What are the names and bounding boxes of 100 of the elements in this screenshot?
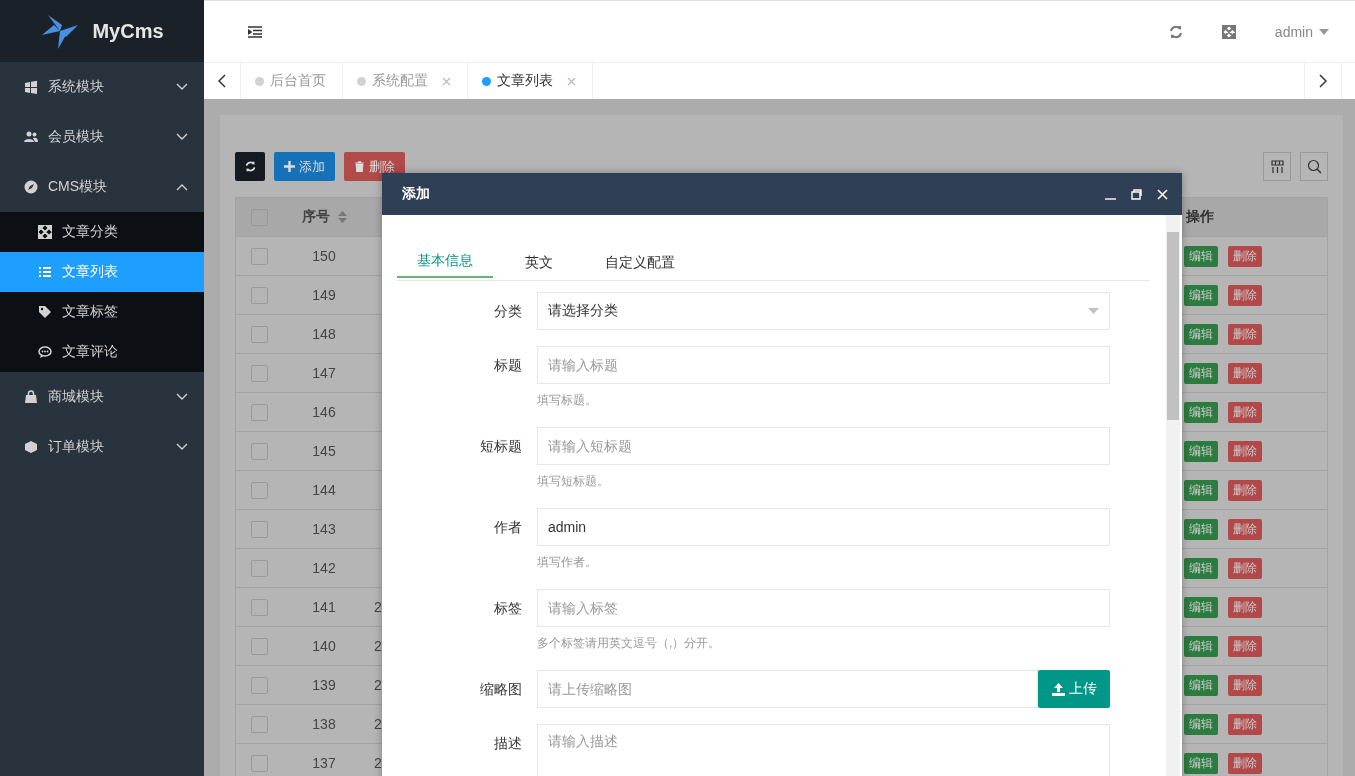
delete-button[interactable]: 删除 bbox=[1228, 245, 1262, 267]
sort-icon[interactable] bbox=[337, 211, 347, 223]
field-label: 缩略图 bbox=[479, 680, 523, 699]
add-button[interactable]: 添加 bbox=[274, 152, 335, 181]
row-checkbox[interactable] bbox=[251, 403, 268, 421]
row-checkbox[interactable] bbox=[251, 442, 268, 460]
edit-button[interactable]: 编辑 bbox=[1184, 596, 1218, 618]
row-checkbox[interactable] bbox=[251, 715, 268, 733]
sidebar-menu-item[interactable]: CMS模块 bbox=[0, 162, 204, 212]
delete-button[interactable]: 删除 bbox=[1228, 635, 1262, 657]
table-cell-text: 146 bbox=[311, 404, 337, 420]
row-checkbox[interactable] bbox=[251, 598, 268, 616]
delete-button[interactable]: 删除 bbox=[1228, 362, 1262, 384]
edit-button[interactable]: 编辑 bbox=[1184, 713, 1218, 735]
edit-button[interactable]: 编辑 bbox=[1184, 245, 1218, 267]
delete-button[interactable]: 删除 bbox=[1228, 596, 1262, 618]
search-button[interactable] bbox=[1300, 152, 1328, 181]
delete-button[interactable]: 删除 bbox=[1228, 713, 1262, 735]
chevron-icon bbox=[176, 83, 188, 91]
maximize-icon[interactable] bbox=[1131, 188, 1142, 200]
row-checkbox[interactable] bbox=[251, 676, 268, 694]
delete-button[interactable]: 删除 bbox=[1228, 284, 1262, 306]
table-cell-text: 142 bbox=[311, 560, 337, 576]
sidebar-menu-item[interactable]: 订单模块 bbox=[0, 422, 204, 472]
upload-button[interactable]: 上传 bbox=[1038, 670, 1110, 708]
row-checkbox[interactable] bbox=[251, 481, 268, 499]
field-label: 标题 bbox=[493, 356, 523, 375]
field-hint: 多个标签请用英文逗号（,）分开。 bbox=[537, 635, 722, 652]
delete-button[interactable]: 删除 bbox=[1228, 518, 1262, 540]
columns-button[interactable] bbox=[1263, 152, 1291, 181]
table-cell-text: 143 bbox=[311, 521, 337, 537]
chevron-left-icon bbox=[218, 74, 226, 88]
field-label: 作者 bbox=[493, 518, 523, 537]
row-checkbox[interactable] bbox=[251, 286, 268, 304]
status-dot bbox=[255, 76, 264, 86]
status-dot bbox=[482, 76, 491, 86]
field-hint: 填写短标题。 bbox=[537, 473, 610, 490]
delete-button[interactable]: 删除 bbox=[1228, 752, 1262, 774]
trash-icon bbox=[354, 161, 365, 172]
category-select[interactable]: 请选择分类 bbox=[537, 292, 1110, 330]
delete-button[interactable]: 删除 bbox=[1228, 401, 1262, 423]
edit-button[interactable]: 编辑 bbox=[1184, 557, 1218, 579]
edit-button[interactable]: 编辑 bbox=[1184, 362, 1218, 384]
form-tab[interactable]: 英文 bbox=[505, 245, 573, 280]
table-cell: 2 bbox=[374, 638, 382, 654]
edit-button[interactable]: 编辑 bbox=[1184, 440, 1218, 462]
table-cell: 2 bbox=[374, 599, 382, 615]
refresh-button[interactable] bbox=[235, 152, 265, 181]
field-label: 描述 bbox=[493, 734, 523, 753]
refresh-icon[interactable] bbox=[1168, 24, 1183, 39]
chevron-icon bbox=[176, 443, 188, 451]
chevron-right-icon bbox=[1319, 74, 1327, 88]
edit-button[interactable]: 编辑 bbox=[1184, 479, 1218, 501]
sidebar-menu-item[interactable]: 会员模块 bbox=[0, 112, 204, 162]
sidebar-menu-item[interactable]: 商城模块 bbox=[0, 372, 204, 422]
delete-button[interactable]: 删除 bbox=[1228, 440, 1262, 462]
input-field[interactable]: 请输入短标题 bbox=[537, 427, 1110, 465]
input-field[interactable]: 请上传缩略图 bbox=[537, 670, 1038, 708]
row-checkbox[interactable] bbox=[251, 520, 268, 538]
edit-button[interactable]: 编辑 bbox=[1184, 635, 1218, 657]
row-checkbox[interactable] bbox=[251, 559, 268, 577]
table-cell: 2 bbox=[374, 755, 382, 771]
row-checkbox[interactable] bbox=[251, 364, 268, 382]
delete-button[interactable]: 删除 bbox=[1228, 323, 1262, 345]
columns-icon bbox=[1269, 159, 1285, 174]
sidebar-submenu-item[interactable]: 文章分类 bbox=[0, 212, 204, 252]
edit-button[interactable]: 编辑 bbox=[1184, 674, 1218, 696]
table-cell: 2 bbox=[374, 716, 382, 732]
delete-button[interactable]: 删除 bbox=[1228, 557, 1262, 579]
edit-button[interactable]: 编辑 bbox=[1184, 518, 1218, 540]
sidebar-submenu-item[interactable]: 文章评论 bbox=[0, 332, 204, 372]
scrollbar-thumb[interactable] bbox=[1167, 232, 1179, 420]
edit-button[interactable]: 编辑 bbox=[1184, 284, 1218, 306]
field-hint: 填写标题。 bbox=[537, 392, 598, 409]
form-tab[interactable]: 基本信息 bbox=[397, 245, 493, 278]
sidebar-menu-item[interactable]: 系统模块 bbox=[0, 62, 204, 112]
chevron-icon bbox=[176, 183, 188, 191]
sidebar-submenu-item[interactable]: 文章列表 bbox=[0, 252, 204, 292]
column-header: 操作 bbox=[1185, 208, 1215, 226]
edit-button[interactable]: 编辑 bbox=[1184, 752, 1218, 774]
table-cell-text: 140 bbox=[311, 638, 337, 654]
input-field[interactable]: 请输入标签 bbox=[537, 589, 1110, 627]
row-checkbox[interactable] bbox=[251, 637, 268, 655]
user-menu[interactable]: admin bbox=[1274, 23, 1329, 40]
table-cell-text: 141 bbox=[311, 599, 337, 615]
table-cell-text: 137 bbox=[311, 755, 337, 771]
row-checkbox[interactable] bbox=[251, 754, 268, 772]
delete-button[interactable]: 删除 bbox=[1228, 674, 1262, 696]
form-tab[interactable]: 自定义配置 bbox=[585, 245, 695, 280]
sidebar-submenu-item[interactable]: 文章标签 bbox=[0, 292, 204, 332]
text-area[interactable]: 请输入描述 bbox=[537, 724, 1110, 776]
field-hint: 填写作者。 bbox=[537, 554, 598, 571]
delete-button[interactable]: 删除 bbox=[1228, 479, 1262, 501]
row-checkbox[interactable] bbox=[251, 247, 268, 265]
input-field[interactable]: admin bbox=[537, 508, 1110, 546]
edit-button[interactable]: 编辑 bbox=[1184, 401, 1218, 423]
table-cell: 2 bbox=[374, 677, 382, 693]
edit-button[interactable]: 编辑 bbox=[1184, 323, 1218, 345]
input-field[interactable]: 请输入标题 bbox=[537, 346, 1110, 384]
row-checkbox[interactable] bbox=[251, 325, 268, 343]
